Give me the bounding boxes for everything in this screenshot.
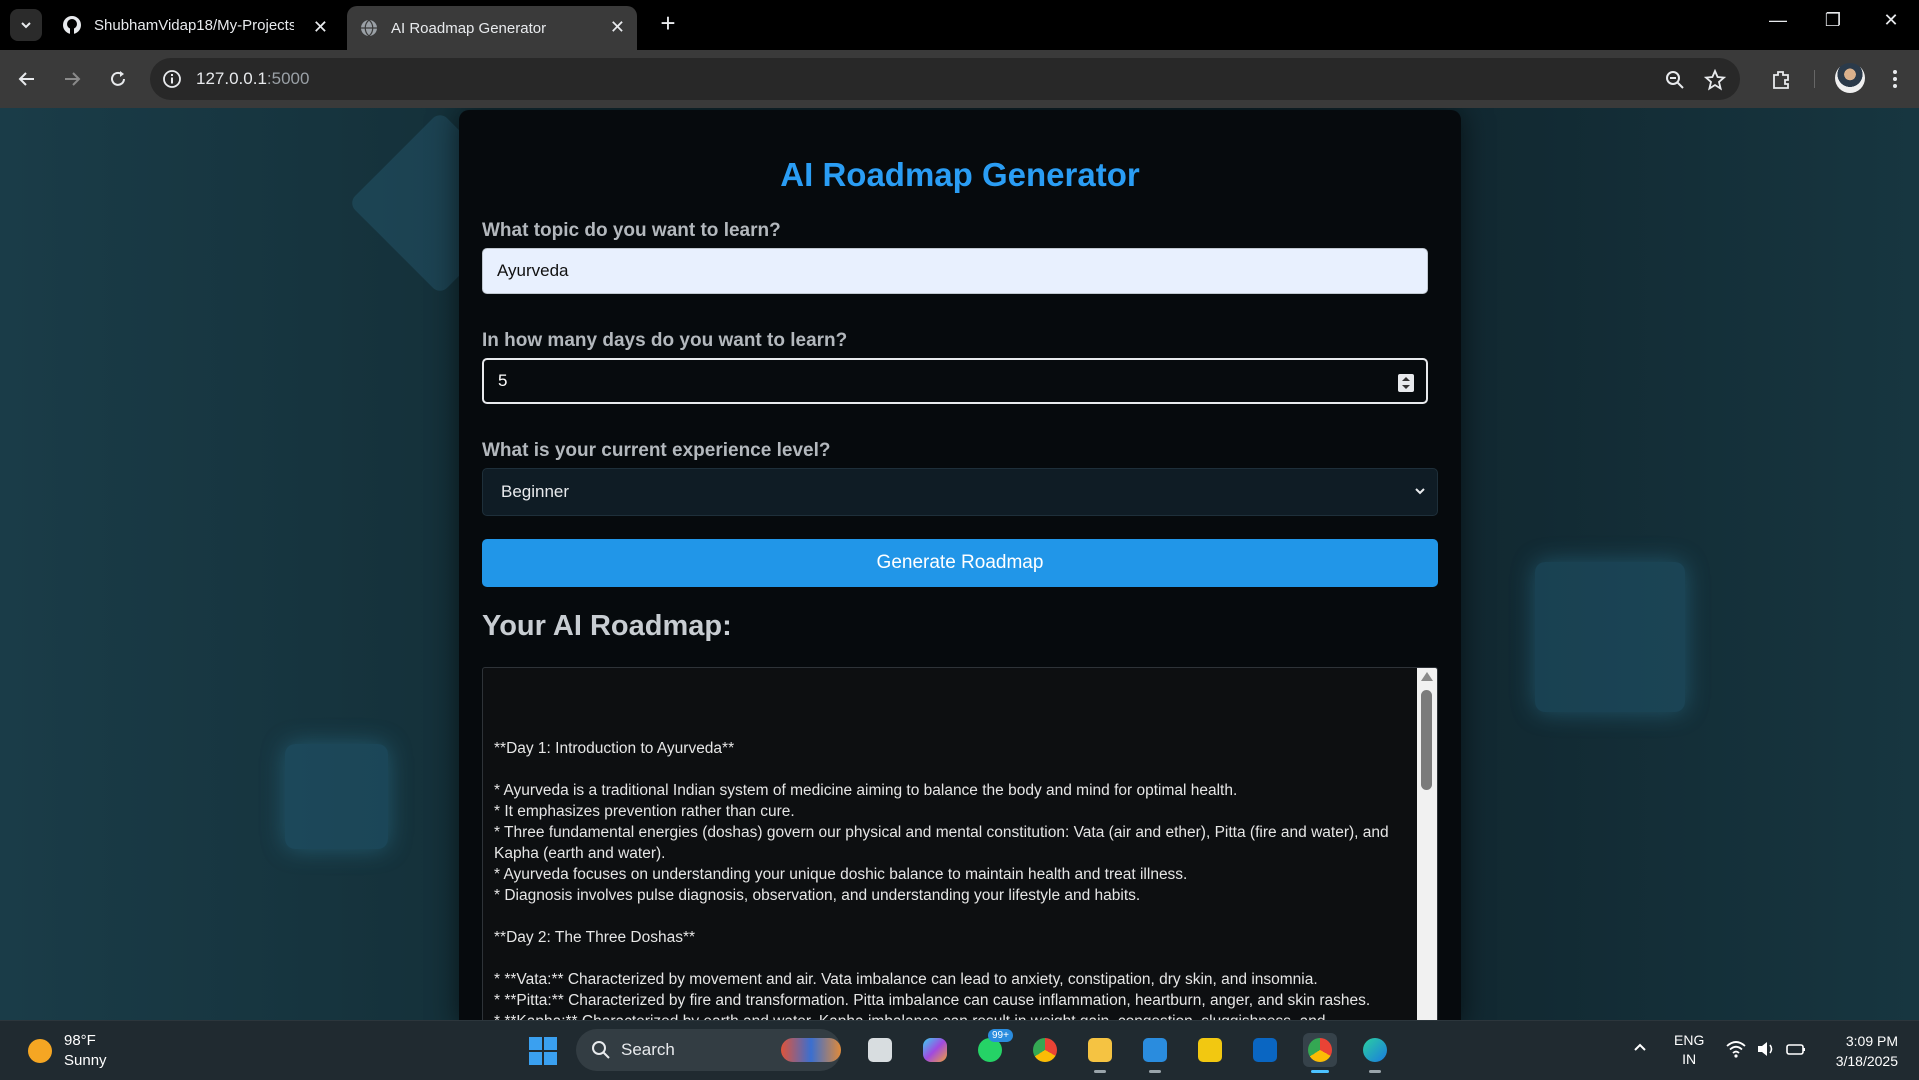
chrome-icon[interactable] bbox=[1028, 1033, 1062, 1067]
chevron-down-icon bbox=[21, 22, 31, 29]
close-tab-icon[interactable]: ✕ bbox=[610, 17, 625, 38]
roadmap-line bbox=[494, 906, 1409, 927]
roadmap-heading: Your AI Roadmap: bbox=[482, 610, 732, 642]
globe-icon bbox=[359, 18, 379, 38]
roadmap-output[interactable]: **Day 1: Introduction to Ayurveda** * Ayu… bbox=[482, 667, 1438, 1020]
whatsapp-icon[interactable]: 99+ bbox=[973, 1029, 1013, 1067]
menu-dots-icon[interactable] bbox=[1880, 64, 1910, 94]
restore-icon[interactable]: ❐ bbox=[1813, 10, 1853, 31]
close-tab-icon[interactable]: ✕ bbox=[313, 17, 328, 38]
roadmap-line bbox=[494, 948, 1409, 969]
roadmap-line: * Ayurveda focuses on understanding your… bbox=[494, 866, 1188, 883]
weather-description[interactable]: Sunny bbox=[64, 1052, 107, 1069]
github-icon bbox=[62, 15, 82, 35]
task-view-icon[interactable] bbox=[863, 1033, 897, 1067]
output-scrollbar[interactable] bbox=[1417, 668, 1437, 1020]
page-title: AI Roadmap Generator bbox=[780, 156, 1140, 193]
tab-title: AI Roadmap Generator bbox=[391, 19, 547, 37]
toolbar-divider bbox=[1814, 70, 1815, 88]
notification-badge: 99+ bbox=[988, 1029, 1013, 1042]
close-window-icon[interactable]: ✕ bbox=[1871, 10, 1911, 31]
taskbar-search[interactable]: Search bbox=[576, 1029, 841, 1071]
address-bar[interactable]: 127.0.0.1:5000 bbox=[150, 58, 1740, 100]
roadmap-card: AI Roadmap Generator What topic do you w… bbox=[459, 110, 1461, 1020]
copilot-icon[interactable] bbox=[918, 1033, 952, 1067]
chrome-active-icon[interactable] bbox=[1303, 1033, 1337, 1073]
search-icon bbox=[592, 1041, 610, 1059]
zoom-icon[interactable] bbox=[1664, 69, 1686, 91]
roadmap-line: * Diagnosis involves pulse diagnosis, ob… bbox=[494, 887, 1141, 904]
generate-roadmap-button[interactable]: Generate Roadmap bbox=[482, 539, 1438, 587]
roadmap-line: * **Kapha:** Characterized by earth and … bbox=[494, 1011, 1409, 1020]
bookmark-star-icon[interactable] bbox=[1703, 68, 1727, 91]
reload-icon[interactable] bbox=[103, 64, 133, 94]
topic-label: What topic do you want to learn? bbox=[482, 220, 781, 241]
level-label: What is your current experience level? bbox=[482, 440, 831, 461]
background-decoration bbox=[285, 744, 388, 849]
wifi-icon[interactable] bbox=[1725, 1039, 1747, 1059]
days-label: In how many days do you want to learn? bbox=[482, 330, 848, 351]
volume-icon[interactable] bbox=[1755, 1039, 1777, 1059]
tab-roadmap[interactable]: AI Roadmap Generator ✕ bbox=[347, 6, 637, 50]
extensions-icon[interactable] bbox=[1766, 64, 1796, 94]
number-spinner[interactable] bbox=[1398, 374, 1414, 392]
battery-icon[interactable] bbox=[1785, 1039, 1807, 1059]
windows-start-icon[interactable] bbox=[529, 1037, 557, 1065]
system-clock[interactable]: 3:09 PM 3/18/2025 bbox=[1820, 1031, 1898, 1071]
vscode-icon[interactable] bbox=[1138, 1033, 1172, 1073]
roadmap-text: **Day 1: Introduction to Ayurveda** * Ayu… bbox=[494, 738, 1409, 1020]
page-viewport: AI Roadmap Generator What topic do you w… bbox=[0, 108, 1919, 1020]
weather-sun-icon[interactable] bbox=[28, 1039, 52, 1063]
tab-title: ShubhamVidap18/My-Projects: bbox=[94, 16, 294, 34]
roadmap-line: **Day 2: The Three Doshas** bbox=[494, 929, 696, 946]
site-info-icon[interactable] bbox=[162, 69, 182, 89]
roadmap-line: * Three fundamental energies (doshas) go… bbox=[494, 824, 1389, 862]
background-decoration bbox=[1535, 562, 1685, 712]
file-explorer-icon[interactable] bbox=[1083, 1033, 1117, 1073]
topic-input[interactable] bbox=[482, 248, 1428, 294]
tab-github[interactable]: ShubhamVidap18/My-Projects: ✕ bbox=[50, 6, 340, 44]
chevron-down-icon bbox=[1415, 488, 1425, 495]
edge-icon[interactable] bbox=[1358, 1033, 1392, 1073]
level-selected-value: Beginner bbox=[501, 482, 570, 501]
browser-toolbar: 127.0.0.1:5000 bbox=[0, 50, 1919, 108]
power-bi-icon[interactable] bbox=[1193, 1033, 1227, 1067]
linkedin-icon[interactable] bbox=[1248, 1033, 1282, 1067]
roadmap-line: * Ayurveda is a traditional Indian syste… bbox=[494, 782, 1238, 799]
scrollbar-thumb[interactable] bbox=[1421, 690, 1432, 790]
days-input[interactable] bbox=[482, 358, 1428, 404]
roadmap-line: * **Pitta:** Characterized by fire and t… bbox=[494, 992, 1371, 1009]
tab-search-button[interactable] bbox=[10, 9, 42, 41]
chevron-up-icon[interactable] bbox=[1632, 1039, 1648, 1055]
forward-icon[interactable] bbox=[57, 64, 87, 94]
language-indicator[interactable]: ENG IN bbox=[1674, 1031, 1704, 1069]
profile-avatar[interactable] bbox=[1835, 63, 1865, 93]
level-select[interactable]: Beginner bbox=[482, 468, 1438, 516]
roadmap-line: * **Vata:** Characterized by movement an… bbox=[494, 971, 1318, 988]
scroll-up-icon[interactable] bbox=[1421, 672, 1433, 681]
new-tab-button[interactable]: + bbox=[652, 8, 684, 39]
back-icon[interactable] bbox=[12, 64, 42, 94]
search-highlight-icon bbox=[781, 1038, 841, 1062]
minimize-icon[interactable]: — bbox=[1758, 10, 1798, 31]
weather-temperature[interactable]: 98°F bbox=[64, 1032, 96, 1049]
url-text: 127.0.0.1:5000 bbox=[196, 69, 310, 88]
roadmap-line: * It emphasizes prevention rather than c… bbox=[494, 803, 795, 820]
roadmap-line bbox=[494, 759, 1409, 780]
tab-strip: ShubhamVidap18/My-Projects: ✕ AI Roadmap… bbox=[0, 0, 1919, 50]
search-label: Search bbox=[621, 1040, 675, 1059]
taskbar: 98°F Sunny Search 99+ ENG IN 3:09 PM 3/18/… bbox=[0, 1020, 1919, 1080]
roadmap-line: **Day 1: Introduction to Ayurveda** bbox=[494, 740, 735, 757]
